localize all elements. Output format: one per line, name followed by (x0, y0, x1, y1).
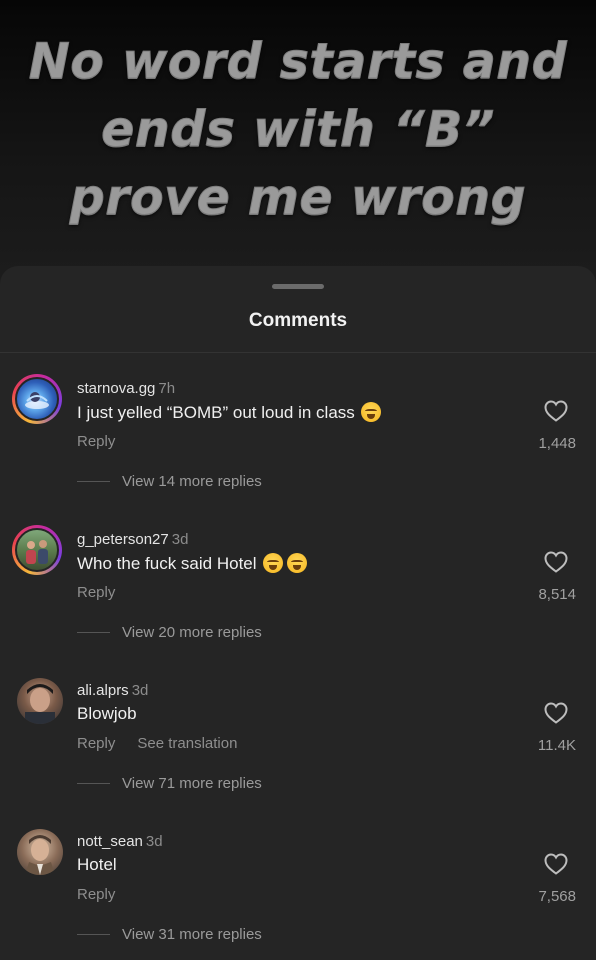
comment-body: Hotel (77, 855, 117, 874)
username[interactable]: starnova.gg (77, 380, 155, 397)
avatar-icon (26, 540, 48, 564)
comment-text: I just yelled “BOMB” out loud in class (77, 402, 381, 423)
comment-body: Who the fuck said Hotel (77, 554, 257, 573)
reply-button[interactable]: Reply (77, 735, 115, 752)
view-replies-label: View 20 more replies (122, 624, 262, 641)
avatar[interactable] (17, 829, 63, 875)
crying-face-emoji-icon (286, 553, 307, 573)
comment-meta: starnova.gg 7h (77, 380, 175, 397)
view-replies-button[interactable]: View 20 more replies (77, 624, 262, 641)
like-button[interactable] (536, 702, 576, 724)
heart-icon (544, 400, 568, 422)
comment-item: g_peterson27 3d Who the fuck said Hotel R… (0, 525, 596, 665)
avatar-icon (25, 392, 49, 409)
timestamp: 7h (158, 380, 176, 397)
like-count: 11.4K (537, 737, 576, 754)
timestamp: 3d (171, 531, 189, 548)
view-replies-button[interactable]: View 71 more replies (77, 775, 262, 792)
avatar-icon (25, 684, 55, 724)
comment-item: nott_sean 3d Hotel Reply View 31 more rep… (0, 827, 596, 960)
comment-body: Blowjob (77, 704, 137, 723)
crying-face-emoji-icon (262, 553, 283, 573)
comment-item: ali.alprs 3d Blowjob Reply See translation… (0, 676, 596, 816)
sheet-title: Comments (248, 310, 348, 331)
view-replies-button[interactable]: View 31 more replies (77, 926, 262, 943)
comment-text: Hotel (77, 855, 117, 875)
drag-handle[interactable] (272, 284, 324, 289)
post-caption: No word starts and ends with “B” prove m… (28, 33, 568, 227)
reply-row: Reply See translation (77, 735, 259, 752)
view-replies-button[interactable]: View 14 more replies (77, 473, 262, 490)
post-media: No word starts and ends with “B” prove m… (0, 0, 596, 290)
reply-button[interactable]: Reply (77, 886, 115, 903)
timestamp: 3d (145, 833, 163, 850)
heart-icon (544, 551, 568, 573)
like-button[interactable] (536, 551, 576, 573)
heart-icon (544, 853, 568, 875)
timestamp: 3d (131, 682, 149, 699)
reply-row: Reply (77, 584, 137, 601)
username[interactable]: g_peterson27 (77, 531, 169, 548)
like-button[interactable] (536, 400, 576, 422)
crying-face-emoji-icon (360, 402, 381, 422)
comment-text: Blowjob (77, 704, 137, 724)
comments-sheet: Comments starnova.gg 7h I just yelled “BO… (0, 266, 596, 960)
reply-row: Reply (77, 886, 137, 903)
avatar[interactable] (12, 525, 62, 575)
like-button[interactable] (536, 853, 576, 875)
like-count: 8,514 (538, 586, 576, 603)
like-count: 7,568 (538, 888, 576, 905)
comment-meta: ali.alprs 3d (77, 682, 148, 699)
avatar[interactable] (17, 678, 63, 724)
comment-meta: nott_sean 3d (77, 833, 163, 850)
divider (77, 783, 110, 784)
comment-item: starnova.gg 7h I just yelled “BOMB” out l… (0, 374, 596, 514)
avatar-icon (25, 835, 55, 875)
heart-icon (544, 702, 568, 724)
comment-text: Who the fuck said Hotel (77, 553, 307, 574)
divider (77, 632, 110, 633)
like-count: 1,448 (538, 435, 576, 452)
comment-meta: g_peterson27 3d (77, 531, 188, 548)
divider (0, 352, 596, 353)
view-replies-label: View 14 more replies (122, 473, 262, 490)
username[interactable]: ali.alprs (77, 682, 129, 699)
see-translation-button[interactable]: See translation (137, 735, 237, 752)
divider (77, 481, 110, 482)
avatar[interactable] (12, 374, 62, 424)
view-replies-label: View 31 more replies (122, 926, 262, 943)
view-replies-label: View 71 more replies (122, 775, 262, 792)
username[interactable]: nott_sean (77, 833, 143, 850)
divider (77, 934, 110, 935)
reply-button[interactable]: Reply (77, 433, 115, 450)
reply-row: Reply (77, 433, 137, 450)
reply-button[interactable]: Reply (77, 584, 115, 601)
comment-body: I just yelled “BOMB” out loud in class (77, 403, 355, 422)
